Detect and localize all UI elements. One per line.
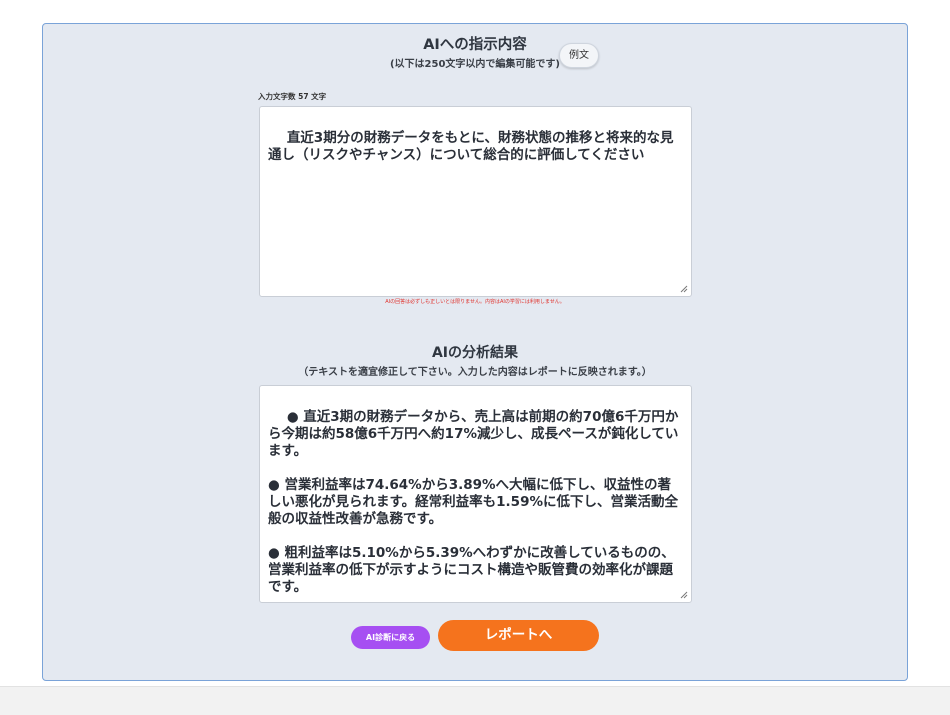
result-title: AIの分析結果 — [431, 345, 519, 361]
ai-disclaimer: AIの回答は必ずしも正しいとは限りません。内容はAIの学習には利用しません。 — [385, 299, 565, 305]
instruction-subtitle: (以下は250文字以内で編集可能です) — [389, 59, 560, 70]
back-to-diagnosis-button[interactable]: AI診断に戻る — [351, 626, 430, 649]
instruction-text: 直近3期分の財務データをもとに、財務状態の推移と将来的な見通し（リスクやチャンス… — [268, 130, 674, 163]
instruction-textarea[interactable]: 直近3期分の財務データをもとに、財務状態の推移と将来的な見通し（リスクやチャンス… — [259, 106, 692, 297]
example-text-button[interactable]: 例文 — [559, 43, 599, 68]
footer-band — [0, 686, 950, 715]
go-to-report-button[interactable]: レポートへ — [438, 620, 599, 651]
result-text: ● 直近3期の財務データから、売上高は前期の約70億6千万円から今期は約58億6… — [268, 409, 679, 595]
result-textarea[interactable]: ● 直近3期の財務データから、売上高は前期の約70億6千万円から今期は約58億6… — [259, 385, 692, 603]
resize-handle-icon[interactable] — [679, 284, 688, 293]
resize-handle-icon[interactable] — [679, 590, 688, 599]
result-subtitle: （テキストを適宜修正して下さい。入力した内容はレポートに反映されます。） — [298, 367, 652, 378]
ai-diagnosis-panel: AIへの指示内容 (以下は250文字以内で編集可能です) 例文 入力文字数 57… — [42, 23, 908, 681]
char-count-label: 入力文字数 57 文字 — [258, 92, 327, 101]
instruction-title: AIへの指示内容 — [423, 37, 527, 53]
